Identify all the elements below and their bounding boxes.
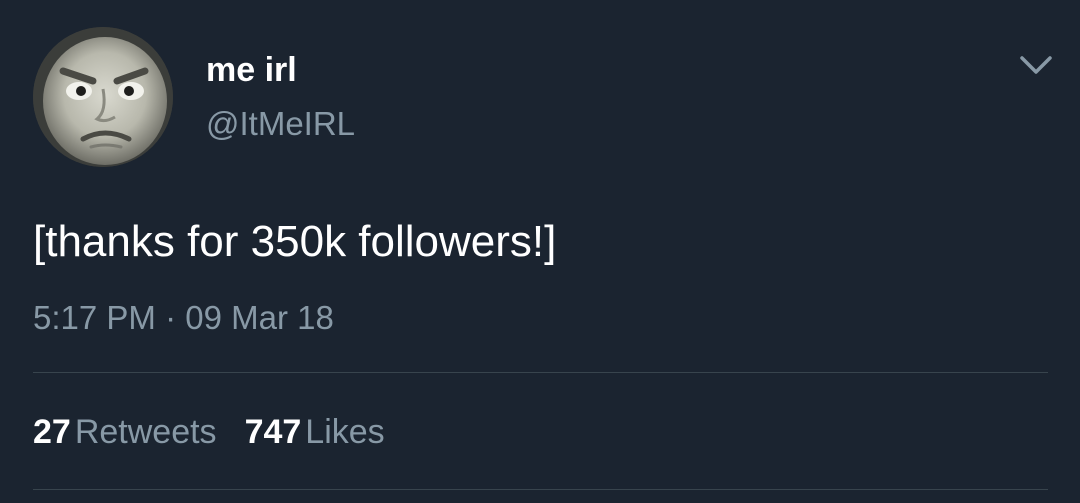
user-handle[interactable]: @ItMeIRL	[206, 104, 355, 144]
display-name[interactable]: me irl	[206, 50, 297, 90]
retweets-label: Retweets	[74, 413, 217, 451]
chevron-down-icon	[1020, 56, 1052, 74]
divider	[33, 372, 1048, 373]
tweet-text: [thanks for 350k followers!]	[33, 217, 557, 266]
tweet-timestamp: 5:17 PM · 09 Mar 18	[33, 299, 334, 336]
tweet-stats: 27 Retweets 747 Likes	[33, 410, 413, 454]
likes-count: 747	[244, 413, 302, 451]
avatar[interactable]	[33, 27, 173, 167]
likes-label: Likes	[305, 413, 385, 451]
likes-stat[interactable]: 747 Likes	[245, 410, 385, 454]
angry-face-icon	[33, 27, 173, 167]
retweets-stat[interactable]: 27 Retweets	[33, 410, 217, 454]
divider	[33, 489, 1048, 490]
tweet-menu-button[interactable]	[1016, 50, 1056, 80]
retweets-count: 27	[33, 413, 71, 451]
